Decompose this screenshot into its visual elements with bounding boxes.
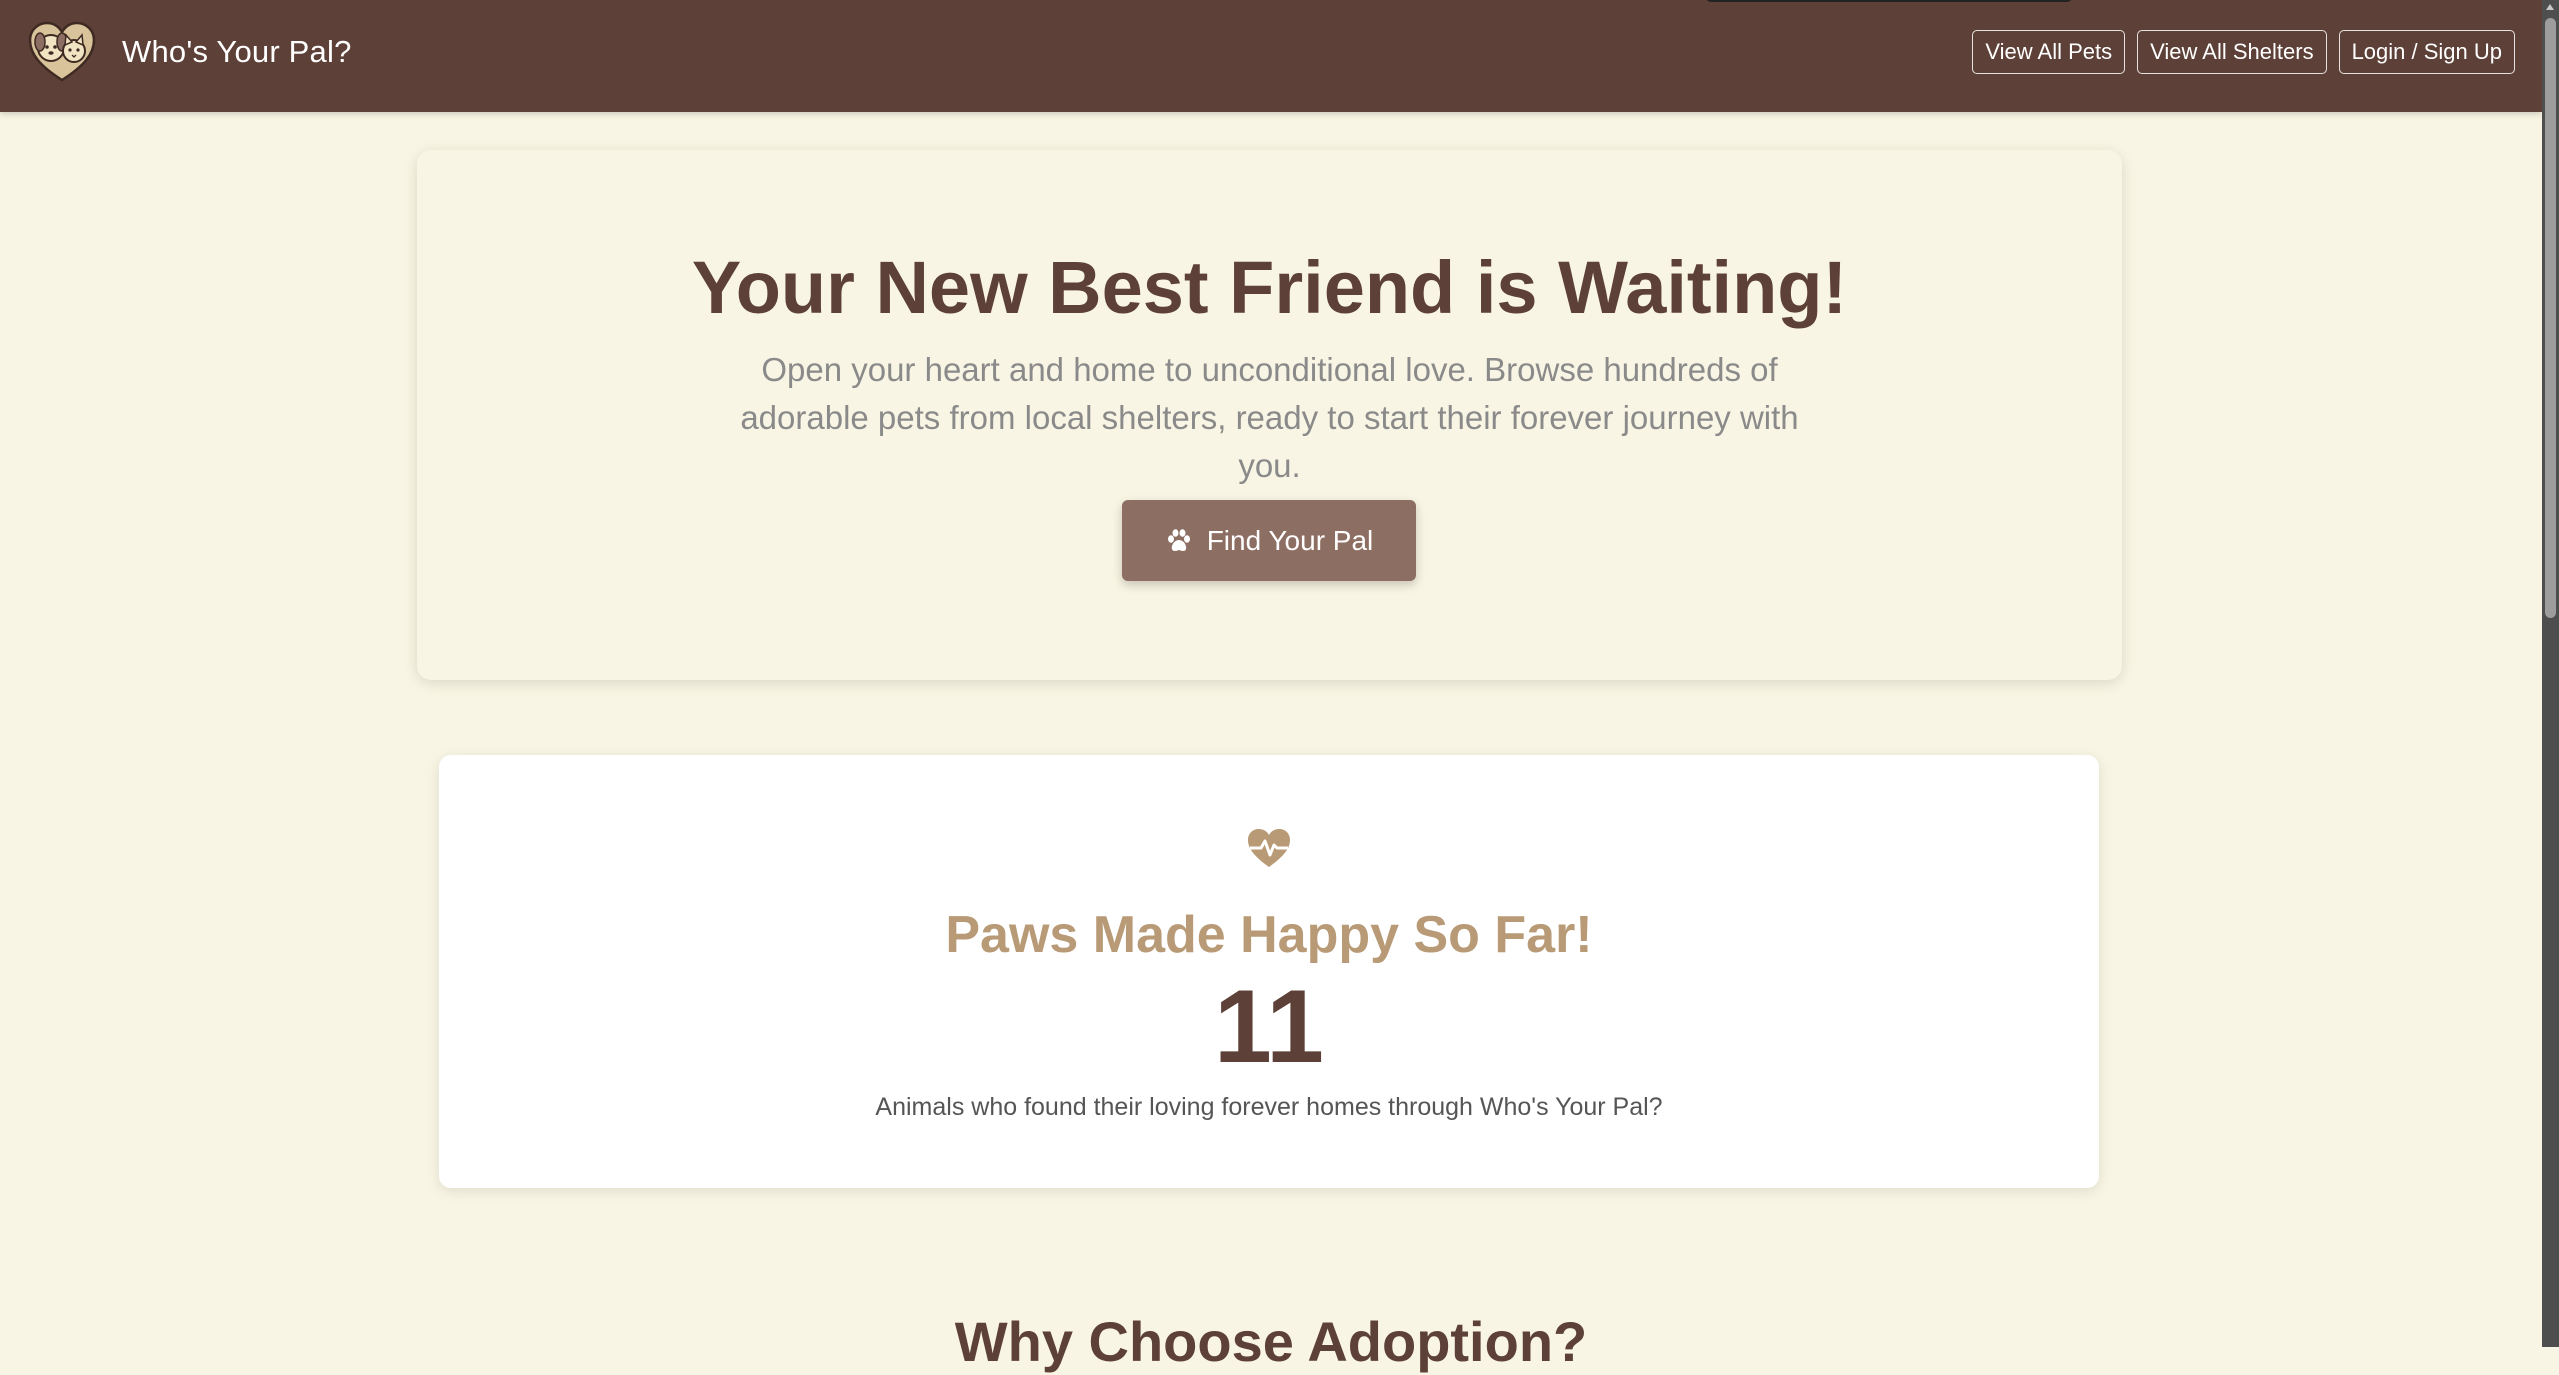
adoption-stats-card: Paws Made Happy So Far! 11 Animals who f…: [439, 755, 2099, 1188]
heart-pulse-icon: [1248, 829, 1290, 867]
hero-card: Your New Best Friend is Waiting! Open yo…: [417, 150, 2122, 680]
brand-home-link[interactable]: Who's Your Pal?: [26, 20, 352, 84]
browser-tab-overlay: [1704, 0, 2074, 2]
hero-title: Your New Best Friend is Waiting!: [691, 246, 1848, 329]
view-all-pets-button[interactable]: View All Pets: [1972, 30, 2126, 74]
stats-title: Paws Made Happy So Far!: [945, 906, 1593, 964]
page-scrollbar[interactable]: [2542, 0, 2559, 1347]
top-navbar: Who's Your Pal? View All Pets View All S…: [0, 0, 2542, 112]
paw-icon: [1167, 528, 1190, 551]
find-your-pal-button[interactable]: Find Your Pal: [1122, 500, 1416, 581]
login-signup-button[interactable]: Login / Sign Up: [2338, 30, 2515, 74]
view-all-shelters-button[interactable]: View All Shelters: [2137, 30, 2327, 74]
scrollbar-thumb[interactable]: [2545, 18, 2556, 618]
stats-caption: Animals who found their loving forever h…: [875, 1093, 1663, 1121]
brand-title: Who's Your Pal?: [122, 34, 352, 69]
dog-cat-heart-logo-icon: [28, 21, 96, 82]
navbar-actions: View All Pets View All Shelters Login / …: [1972, 30, 2515, 74]
scroll-up-arrow-icon[interactable]: [2546, 4, 2554, 10]
why-adoption-heading: Why Choose Adoption?: [954, 1310, 1588, 1373]
cta-label: Find Your Pal: [1206, 524, 1374, 556]
adoptions-count: 11: [1214, 969, 1324, 1085]
hero-subtitle: Open your heart and home to unconditiona…: [740, 351, 1799, 484]
